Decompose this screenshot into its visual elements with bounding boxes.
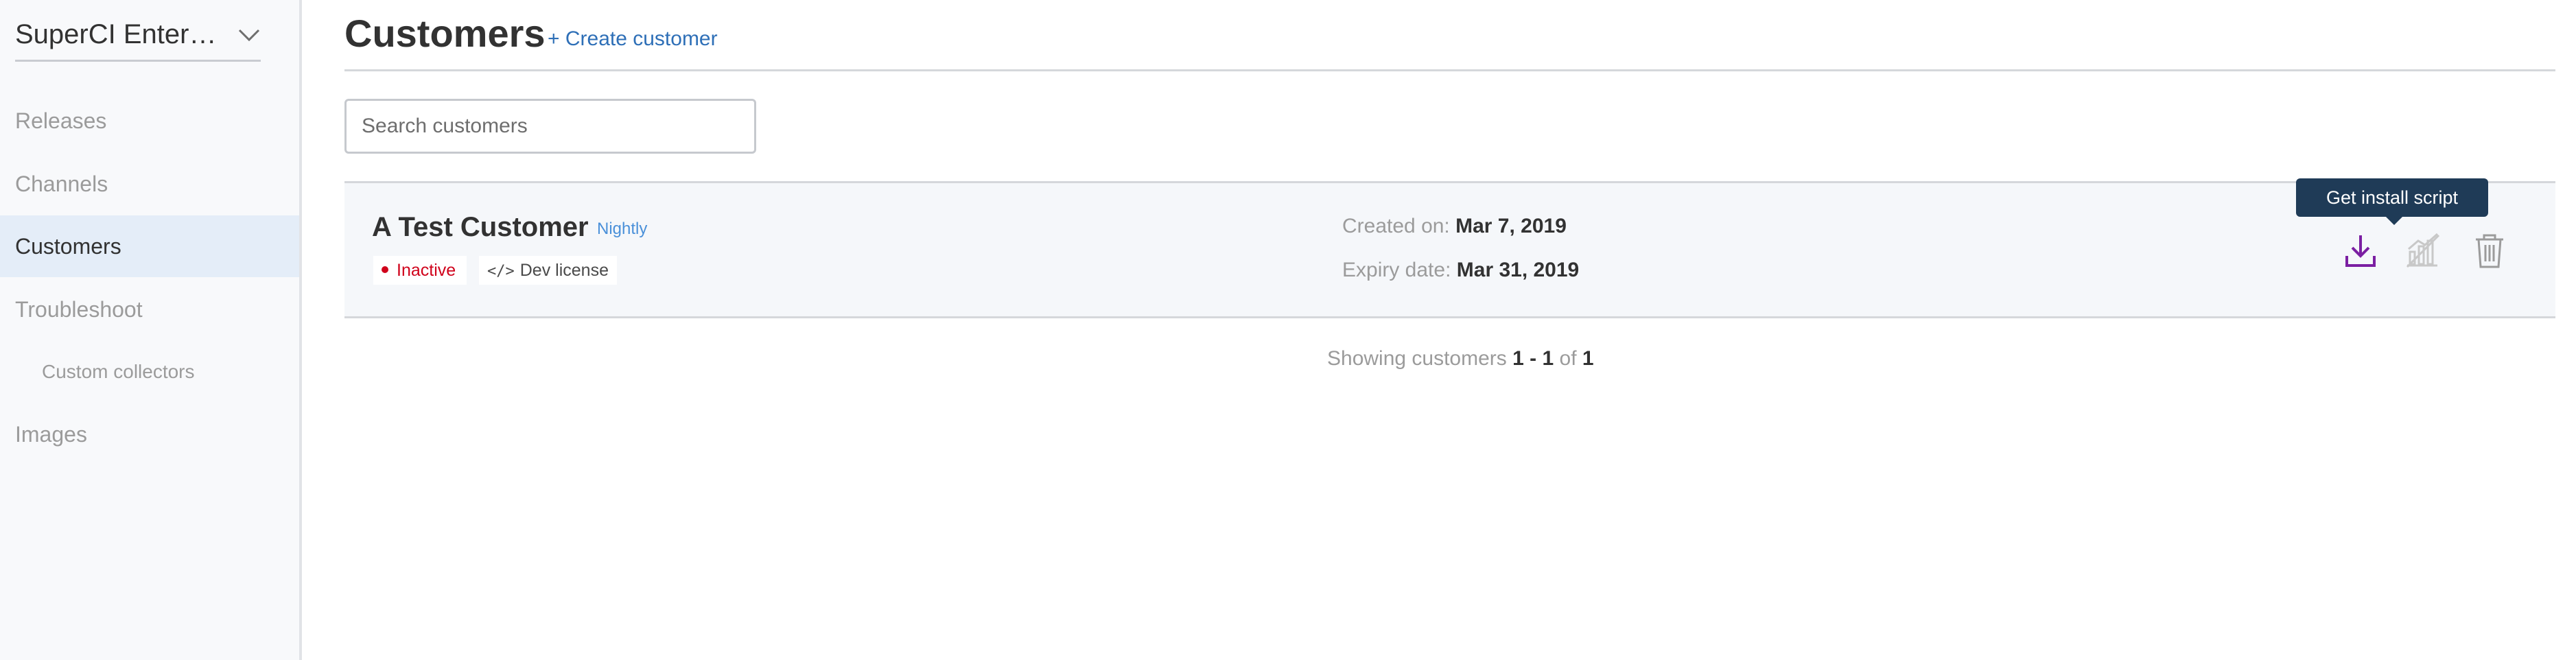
status-label: Inactive [397,261,456,280]
license-badge: </> Dev license [479,256,617,285]
create-customer-link[interactable]: + Create customer [548,27,718,51]
sidebar-item-releases[interactable]: Releases [0,90,299,152]
customer-row[interactable]: A Test Customer Nightly Inactive </> Dev … [344,181,2555,318]
pagination-total: 1 [1582,347,1594,370]
sidebar-item-troubleshoot[interactable]: Troubleshoot [0,279,299,340]
app-root: SuperCI Enterprise Releases Channels Cus… [0,0,2576,660]
license-label: Dev license [519,261,609,280]
pagination-start: 1 [1512,347,1524,370]
download-icon[interactable] [2341,231,2380,270]
sidebar-item-custom-collectors[interactable]: Custom collectors [0,341,299,403]
pagination-of: of [1559,347,1577,370]
created-value: Mar 7, 2019 [1455,215,1567,237]
page-header: Customers + Create customer [344,0,2555,71]
code-icon: </> [487,263,515,280]
status-badge: Inactive [373,256,467,285]
trash-icon[interactable] [2470,231,2509,270]
tooltip-get-install-script: Get install script [2296,178,2488,225]
search-input[interactable] [344,99,756,154]
pagination-end: 1 [1542,347,1554,370]
expiry-value: Mar 31, 2019 [1456,259,1580,281]
sidebar-item-customers[interactable]: Customers [0,215,299,277]
created-on: Created on: Mar 7, 2019 [1342,215,1567,238]
chevron-down-icon [238,29,260,42]
expiry-date: Expiry date: Mar 31, 2019 [1342,259,1579,282]
chart-disabled-icon[interactable] [2403,231,2442,270]
sidebar: SuperCI Enterprise Releases Channels Cus… [0,0,302,660]
created-label: Created on: [1342,215,1450,237]
pagination-summary: Showing customers 1 - 1 of 1 [1327,347,1594,370]
pagination-separator: - [1530,347,1537,370]
sidebar-item-channels[interactable]: Channels [0,153,299,215]
app-switcher[interactable]: SuperCI Enterprise [15,12,261,62]
page-title: Customers [344,12,546,55]
sidebar-item-images[interactable]: Images [0,403,299,465]
app-name: SuperCI Enterprise [15,19,224,49]
pagination-prefix: Showing customers [1327,347,1507,370]
expiry-label: Expiry date: [1342,259,1451,281]
status-dot-icon [382,266,388,274]
channel-tag: Nightly [597,220,648,238]
customer-name[interactable]: A Test Customer [372,212,589,243]
